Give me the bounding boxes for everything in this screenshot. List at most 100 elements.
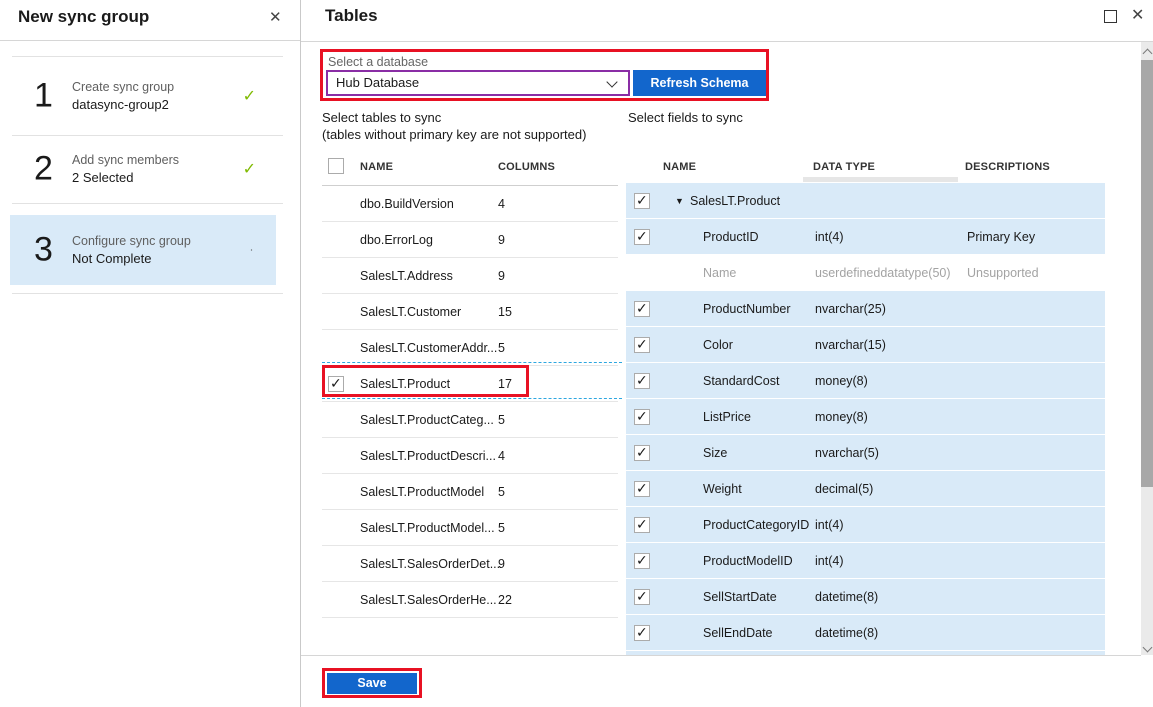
step-label: Create sync group (72, 80, 174, 94)
field-row[interactable]: StandardCostmoney(8) (626, 363, 1105, 398)
field-row[interactable]: ProductIDint(4)Primary Key (626, 219, 1105, 254)
column-header-name: NAME (360, 161, 393, 173)
table-name: SalesLT.ProductDescri... (360, 449, 496, 463)
row-checkbox[interactable] (634, 301, 650, 317)
table-row[interactable]: SalesLT.ProductModel5 (322, 474, 618, 510)
select-tables-title: Select tables to sync (322, 110, 441, 125)
field-description: Primary Key (967, 230, 1035, 244)
row-checkbox[interactable] (634, 229, 650, 245)
table-name: SalesLT.SalesOrderHe... (360, 593, 497, 607)
horizontal-scrollbar[interactable] (803, 177, 958, 182)
chevron-right-icon (251, 249, 252, 250)
step-sublabel: Not Complete (72, 251, 191, 266)
selection-dash-top (322, 362, 622, 363)
row-checkbox[interactable] (634, 625, 650, 641)
database-dropdown[interactable]: Hub Database (326, 70, 630, 96)
table-columns-count: 5 (498, 521, 505, 535)
step-configure-sync-group[interactable]: 3 Configure sync group Not Complete (10, 215, 276, 285)
row-checkbox[interactable] (328, 376, 344, 392)
refresh-schema-button[interactable]: Refresh Schema (633, 70, 766, 96)
table-row[interactable]: dbo.ErrorLog 9 (322, 222, 618, 258)
row-checkbox[interactable] (634, 373, 650, 389)
select-all-checkbox[interactable] (328, 158, 344, 174)
field-row[interactable]: Size nvarchar(5) (626, 435, 1105, 470)
table-name: SalesLT.ProductModel... (360, 521, 495, 535)
field-group-row[interactable]: ▼ SalesLT.Product (626, 183, 1105, 218)
table-row[interactable]: SalesLT.CustomerAddr...5 (322, 330, 618, 366)
column-header-descriptions: DESCRIPTIONS (965, 161, 1050, 173)
select-fields-title: Select fields to sync (628, 110, 743, 125)
field-data-type: nvarchar(15) (815, 338, 886, 352)
selection-dash-bottom (322, 398, 622, 399)
field-row[interactable]: SellEndDatedatetime(8) (626, 615, 1105, 650)
fields-list: ▼SalesLT.ProductProductIDint(4)Primary K… (626, 183, 1105, 651)
database-dropdown-value: Hub Database (336, 75, 419, 90)
field-row[interactable]: ProductNumbernvarchar(25) (626, 291, 1105, 326)
row-checkbox[interactable] (634, 517, 650, 533)
close-icon[interactable]: ✕ (269, 10, 282, 25)
field-name: SellStartDate (703, 590, 777, 604)
table-row[interactable]: SalesLT.Customer15 (322, 294, 618, 330)
tables-list: dbo.BuildVersion4dbo.ErrorLog9SalesLT.Ad… (322, 186, 618, 618)
row-checkbox[interactable] (634, 553, 650, 569)
field-row[interactable]: Nameuserdefineddatatype(50)Unsupported (626, 255, 1105, 290)
row-checkbox[interactable] (634, 589, 650, 605)
field-name: ListPrice (703, 410, 751, 424)
table-name: dbo.ErrorLog (360, 233, 433, 247)
table-name: SalesLT.ProductModel (360, 485, 484, 499)
field-row[interactable]: ProductCategoryIDint(4) (626, 507, 1105, 542)
row-checkbox[interactable] (634, 337, 650, 353)
save-button[interactable]: Save (327, 673, 417, 694)
table-columns-count: 9 (498, 233, 505, 247)
table-name: SalesLT.SalesOrderDet... (360, 557, 500, 571)
table-row[interactable]: SalesLT.Product17 (322, 366, 618, 402)
column-header-data-type: DATA TYPE (813, 161, 875, 173)
scrollbar-thumb[interactable] (1141, 60, 1153, 487)
column-header-columns: COLUMNS (498, 161, 555, 173)
page-title: Tables (325, 6, 378, 26)
table-columns-count: 9 (498, 269, 505, 283)
row-checkbox[interactable] (634, 481, 650, 497)
field-name: ProductNumber (703, 302, 791, 316)
divider (301, 41, 1153, 42)
database-select-label: Select a database (328, 55, 428, 69)
field-row[interactable]: Color nvarchar(15) (626, 327, 1105, 362)
table-row[interactable]: SalesLT.SalesOrderDet...9 (322, 546, 618, 582)
field-name: Size (703, 446, 727, 460)
column-header-name: NAME (663, 161, 696, 173)
step-add-sync-members[interactable]: 2 Add sync members 2 Selected ✓ (10, 135, 276, 203)
field-name: SellEndDate (703, 626, 773, 640)
field-name: ProductModelID (703, 554, 793, 568)
row-checkbox[interactable] (634, 193, 650, 209)
step-sublabel: 2 Selected (72, 170, 179, 185)
table-row[interactable]: SalesLT.ProductDescri...4 (322, 438, 618, 474)
row-checkbox[interactable] (634, 409, 650, 425)
table-row[interactable]: SalesLT.Address9 (322, 258, 618, 294)
row-checkbox[interactable] (634, 445, 650, 461)
field-data-type: userdefineddatatype(50) (815, 266, 951, 280)
table-row[interactable]: SalesLT.ProductCateg...5 (322, 402, 618, 438)
field-description: Unsupported (967, 266, 1039, 280)
table-row[interactable]: dbo.BuildVersion4 (322, 186, 618, 222)
field-name: StandardCost (703, 374, 779, 388)
table-row[interactable]: SalesLT.SalesOrderHe...22 (322, 582, 618, 618)
table-row[interactable]: SalesLT.ProductModel...5 (322, 510, 618, 546)
chevron-down-icon (606, 76, 617, 87)
field-row[interactable]: ListPricemoney(8) (626, 399, 1105, 434)
close-icon[interactable]: ✕ (1131, 8, 1144, 24)
collapse-triangle-icon[interactable]: ▼ (675, 196, 684, 206)
field-data-type: nvarchar(5) (815, 446, 879, 460)
step-sublabel: datasync-group2 (72, 97, 174, 112)
field-row[interactable]: ProductModelID int(4) (626, 543, 1105, 578)
field-row[interactable]: Weightdecimal(5) (626, 471, 1105, 506)
group-name: SalesLT.Product (690, 194, 780, 208)
field-name: Color (703, 338, 733, 352)
table-columns-count: 9 (498, 557, 505, 571)
step-create-sync-group[interactable]: 1 Create sync group datasync-group2 ✓ (10, 57, 276, 135)
field-name: ProductCategoryID (703, 518, 809, 532)
maximize-icon[interactable] (1104, 10, 1117, 23)
field-data-type: int(4) (815, 230, 843, 244)
field-data-type: int(4) (815, 554, 843, 568)
field-row[interactable]: SellStartDatedatetime(8) (626, 579, 1105, 614)
check-icon: ✓ (243, 159, 256, 179)
